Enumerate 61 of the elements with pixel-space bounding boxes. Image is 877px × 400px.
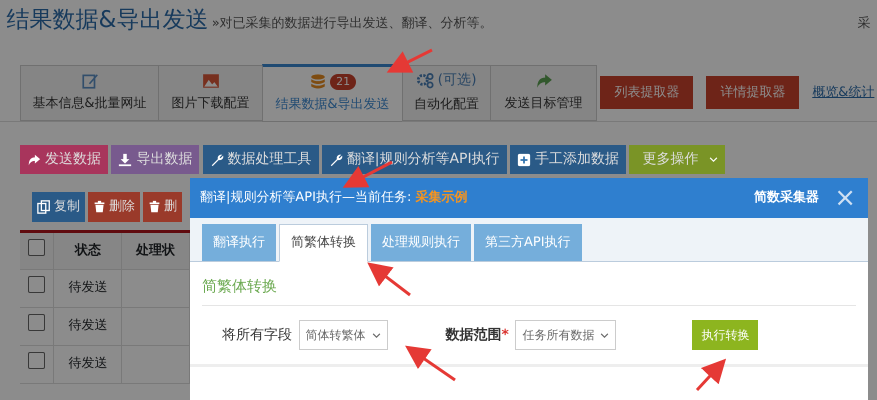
checkbox[interactable] (28, 352, 46, 370)
field-label: 将所有字段 (222, 326, 292, 344)
gears-icon (416, 72, 434, 90)
caret-icon (600, 330, 610, 340)
plus-square-icon (516, 152, 531, 166)
tab[interactable]: 21 结果数据&导出发送 (262, 64, 402, 122)
tab[interactable]: 翻译执行 (202, 224, 276, 260)
action-button[interactable]: 删 (143, 192, 182, 222)
tab[interactable]: 图片下载配置 (158, 64, 262, 120)
page-title: 结果数据&导出发送 (6, 6, 208, 36)
annotation-arrow (367, 262, 411, 296)
header-edge-text: 采 (858, 15, 870, 34)
annotation-arrow (696, 358, 726, 392)
section-title: 简繁体转换 (202, 274, 856, 306)
tab[interactable]: 第三方API执行 (474, 224, 582, 260)
toolbar-button[interactable]: 数据处理工具 (202, 145, 318, 174)
trash-icon (93, 200, 106, 214)
table-cell: 待发送 (54, 307, 122, 345)
toolbar-button[interactable]: 发送数据 (20, 145, 108, 174)
select-field[interactable]: 简体转繁体 (298, 320, 388, 350)
tab[interactable]: 基本信息&批量网址 (20, 64, 158, 120)
tab[interactable]: 简繁体转换 (279, 224, 368, 262)
extractor-button[interactable]: 详情提取器 (706, 76, 800, 110)
caret-icon (372, 330, 380, 340)
share-arrow-icon (27, 152, 41, 166)
annotation-arrow (386, 48, 433, 73)
edit-icon (80, 72, 98, 90)
checkbox[interactable] (28, 276, 46, 294)
select-field[interactable]: 任务所有数据 (515, 320, 616, 350)
action-button[interactable]: 复制 (32, 192, 85, 222)
run-button[interactable]: 执行转换 (692, 320, 758, 350)
toolbar-button[interactable]: 更多操作 (629, 145, 726, 174)
image-icon (202, 72, 220, 90)
column-header: 状态 (54, 231, 122, 269)
trash-icon (148, 200, 161, 214)
count-badge: 21 (330, 74, 356, 90)
dialog-title: 翻译|规则分析等API执行—当前任务: 采集示例 (200, 188, 468, 208)
download-icon (118, 152, 132, 166)
database-icon (308, 72, 327, 91)
toolbar-button[interactable]: 手工添加数据 (510, 145, 626, 174)
tab[interactable]: 处理规则执行 (371, 224, 471, 260)
checkbox[interactable] (28, 314, 46, 332)
toolbar-button[interactable]: 导出数据 (111, 145, 200, 174)
extractor-button[interactable]: 列表提取器 (600, 76, 694, 110)
wrench-icon (328, 152, 343, 166)
annotation-arrow (405, 346, 456, 382)
table-cell: 待发送 (54, 269, 122, 307)
field-label: 数据范围* (446, 326, 509, 344)
tab[interactable]: (可选) 自动化配置 (402, 64, 490, 120)
tab[interactable]: 发送目标管理 (490, 64, 597, 120)
share-arrow-icon (534, 72, 552, 90)
caret-icon (709, 155, 718, 164)
brand-name: 简数采集器 (754, 188, 820, 208)
table-cell: 待发送 (54, 345, 122, 383)
close-button[interactable]: × (832, 185, 858, 211)
checkbox[interactable] (28, 238, 46, 256)
wrench-icon (210, 152, 224, 166)
overview-link[interactable]: 概览&统计 (812, 82, 874, 102)
page-subtitle: »对已采集的数据进行导出发送、翻译、分析等。 (212, 15, 493, 34)
copy-icon (37, 200, 51, 214)
action-button[interactable]: 删除 (88, 192, 140, 222)
